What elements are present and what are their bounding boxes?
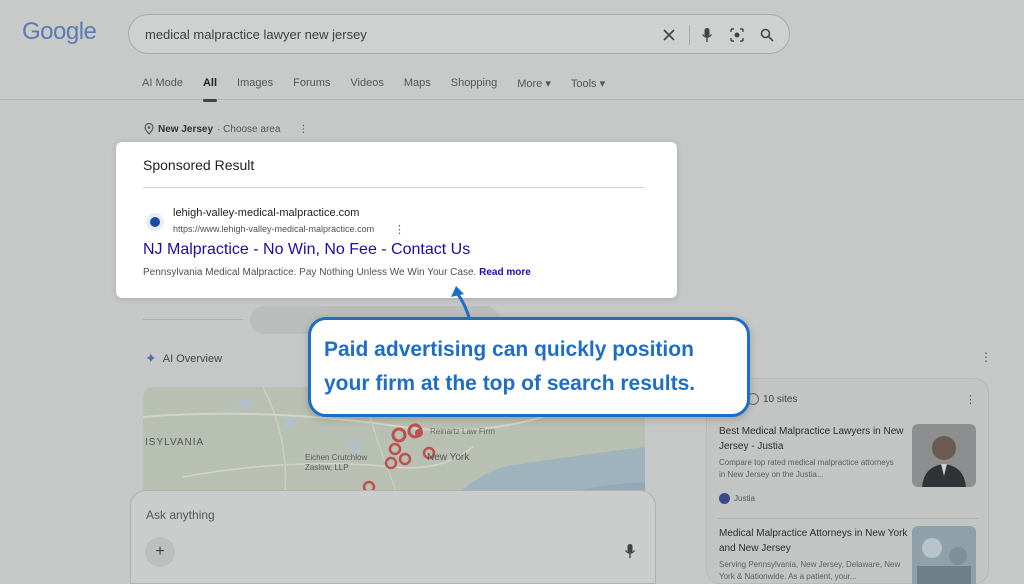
separator: [143, 319, 243, 320]
sponsored-result-card: Sponsored Result lehigh-valley-medical-m…: [116, 142, 677, 298]
tab-images[interactable]: Images: [237, 77, 273, 102]
tab-maps[interactable]: Maps: [404, 77, 431, 102]
location-pin-icon: [144, 123, 154, 135]
justia-logo-icon: [719, 493, 730, 504]
location-region: New Jersey: [158, 123, 214, 135]
ad-domain[interactable]: lehigh-valley-medical-malpractice.com: [173, 207, 359, 219]
ask-anything-box[interactable]: Ask anything +: [130, 490, 656, 584]
callout-text: Paid advertising can quickly position yo…: [324, 338, 696, 395]
mic-icon[interactable]: [697, 25, 717, 45]
read-more-link[interactable]: Read more: [479, 267, 531, 278]
globe-icon: [146, 213, 164, 231]
ai-overview-label: AI Overview: [162, 352, 223, 365]
tab-ai-mode[interactable]: AI Mode: [142, 77, 183, 102]
google-logo[interactable]: Google: [22, 18, 97, 46]
source-thumbnail-1[interactable]: [912, 424, 976, 487]
sources-menu-icon[interactable]: ⋮: [965, 393, 976, 406]
ask-mic-icon[interactable]: [620, 541, 640, 561]
callout-box: Paid advertising can quickly position yo…: [308, 317, 750, 417]
location-menu-icon[interactable]: ⋮: [298, 124, 308, 135]
sponsored-heading: Sponsored Result: [143, 157, 255, 173]
tab-more[interactable]: More ▾: [517, 77, 551, 102]
divider: [143, 187, 645, 188]
lens-icon[interactable]: [727, 25, 747, 45]
source-title-2[interactable]: Medical Malpractice Attorneys in New Yor…: [719, 526, 909, 556]
search-icon[interactable]: [757, 25, 777, 45]
source-thumbnail-2[interactable]: [912, 526, 976, 584]
search-divider: [689, 25, 690, 45]
sources-panel: 10 sites ⋮ Best Medical Malpractice Lawy…: [706, 378, 989, 584]
divider: [717, 518, 979, 519]
ad-description: Pennsylvania Medical Malpractice. Pay No…: [143, 267, 531, 278]
ai-sparkle-icon: ✦: [145, 350, 157, 366]
sites-count[interactable]: 10 sites: [763, 394, 797, 405]
ad-menu-icon[interactable]: ⋮: [394, 223, 405, 236]
map-label-reinartz: Reinartz Law Firm: [430, 427, 495, 436]
search-header: Google medical malpractice lawyer new je…: [0, 0, 1024, 102]
tab-videos[interactable]: Videos: [350, 77, 383, 102]
ai-overview-header: ✦ AI Overview: [145, 350, 222, 367]
ai-overview-menu-icon[interactable]: ⋮: [980, 350, 992, 364]
map-label-eichen: Eichen Crutchlow Zaslow, LLP: [305, 453, 368, 472]
source-desc-2: Serving Pennsylvania, New Jersey, Delawa…: [719, 560, 901, 581]
choose-area-link[interactable]: · Choose area: [217, 124, 280, 135]
source-site-1[interactable]: Justia: [719, 493, 755, 504]
ad-url[interactable]: https://www.lehigh-valley-medical-malpra…: [173, 224, 374, 234]
tab-tools[interactable]: Tools ▾: [571, 77, 605, 102]
search-tabs: AI Mode All Images Forums Videos Maps Sh…: [142, 77, 625, 102]
map-label-new-york: New York: [427, 452, 470, 463]
search-bar[interactable]: medical malpractice lawyer new jersey: [128, 14, 790, 54]
ad-title-link[interactable]: NJ Malpractice - No Win, No Fee - Contac…: [143, 241, 470, 259]
tab-all[interactable]: All: [202, 77, 218, 102]
source-desc-1: Compare top rated medical malpractice at…: [719, 458, 894, 479]
plus-button[interactable]: +: [145, 537, 175, 567]
source-title-1[interactable]: Best Medical Malpractice Lawyers in New …: [719, 424, 909, 454]
tab-forums[interactable]: Forums: [293, 77, 330, 102]
map-label-pennsylvania: ISYLVANIA: [145, 437, 205, 448]
location-chip[interactable]: New Jersey · Choose area ⋮: [144, 123, 308, 135]
tab-shopping[interactable]: Shopping: [451, 77, 498, 102]
close-icon[interactable]: [659, 25, 679, 45]
ask-input[interactable]: Ask anything: [146, 508, 215, 522]
search-input[interactable]: medical malpractice lawyer new jersey: [145, 27, 367, 42]
